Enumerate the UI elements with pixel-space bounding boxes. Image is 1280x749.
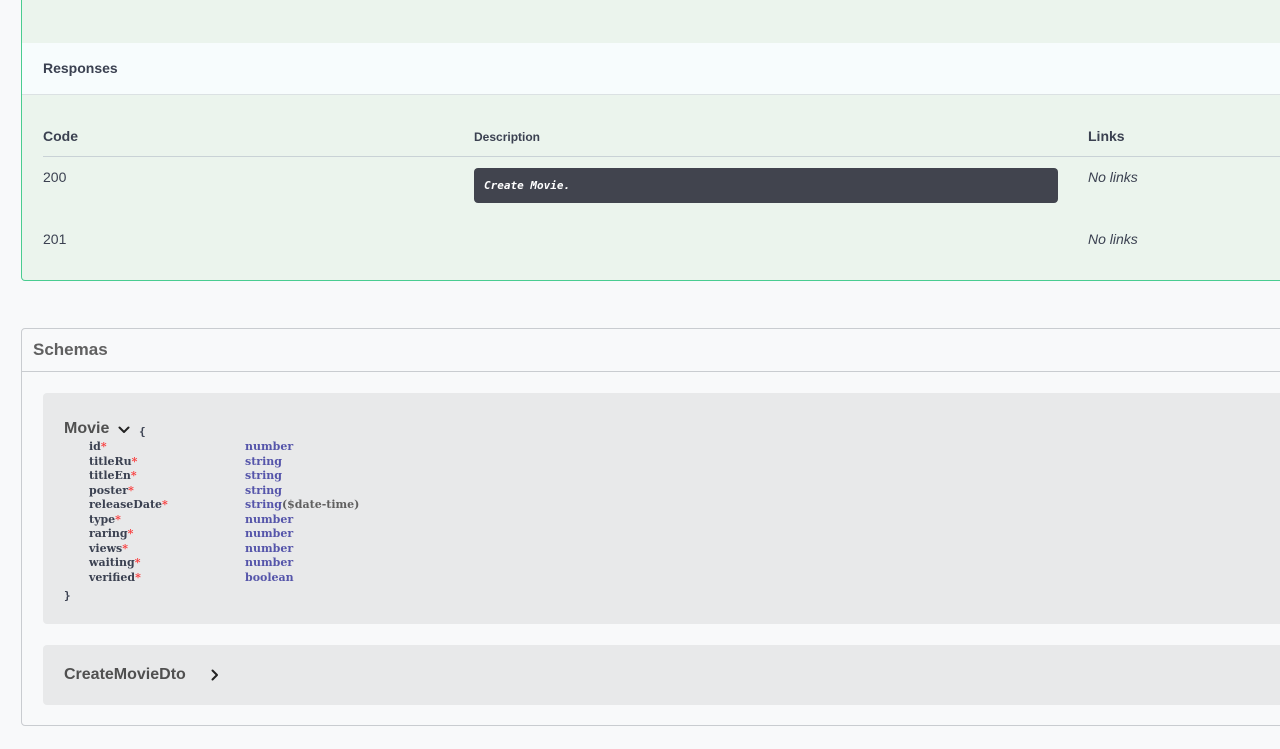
schemas-title: Schemas [33,340,108,359]
property-type: number [245,541,294,555]
operation-block-post: Responses Code Description Links 200 Cre… [21,0,1280,281]
column-header-links: Links [1088,128,1125,144]
property-format: ($date-time) [281,498,360,511]
property-type: string($date-time) [245,498,360,511]
request-body-area [22,0,1280,43]
response-code-200: 200 [43,169,67,185]
required-mark: * [115,512,121,526]
property-name: verified* [89,570,141,584]
property-type: number [245,440,294,453]
schemas-section: Schemas Movie { id* number titleRu* stri… [21,328,1280,726]
responses-title: Responses [43,60,118,76]
required-mark: * [131,454,138,468]
property-name: type* [89,512,121,526]
property-type: string [245,483,282,497]
property-name: raring* [89,527,134,540]
property-name: titleRu* [89,454,138,468]
required-mark: * [135,570,141,584]
property-name: poster* [89,483,134,497]
model-create-movie-dto[interactable]: CreateMovieDto [43,645,1280,705]
close-brace: } [64,589,71,602]
property-type: number [245,556,294,569]
property-name: titleEn* [89,469,137,482]
response-links-201: No links [1088,231,1138,247]
model-title-create-movie-dto[interactable]: CreateMovieDto [64,666,186,684]
required-mark: * [130,469,137,482]
response-links-200: No links [1088,169,1138,185]
response-code-201: 201 [43,231,67,247]
property-name: views* [89,541,128,555]
property-type: number [245,527,294,540]
required-mark: * [128,483,134,497]
required-mark: * [122,541,128,555]
column-header-description: Description [474,130,541,144]
schemas-header[interactable]: Schemas [22,329,1280,372]
chevron-right-icon[interactable] [210,669,220,681]
required-mark: * [162,498,168,511]
required-mark: * [134,556,141,569]
property-type: string [245,454,282,468]
property-type: number [245,512,294,526]
property-name: waiting* [89,556,141,569]
property-name: releaseDate* [89,498,168,511]
table-header-divider [43,156,1280,157]
required-mark: * [100,440,107,453]
property-type: string [245,469,282,482]
column-header-code: Code [43,128,78,144]
responses-section-header: Responses [22,43,1280,95]
property-name: id* [89,440,107,453]
model-movie: Movie { id* number titleRu* string title… [43,393,1280,624]
model-title-movie[interactable]: Movie [64,420,109,438]
chevron-down-icon[interactable] [118,425,130,435]
required-mark: * [127,527,134,540]
property-type: boolean [245,570,294,584]
open-brace: { [139,425,146,438]
response-description-200: Create Movie. [474,168,1058,203]
